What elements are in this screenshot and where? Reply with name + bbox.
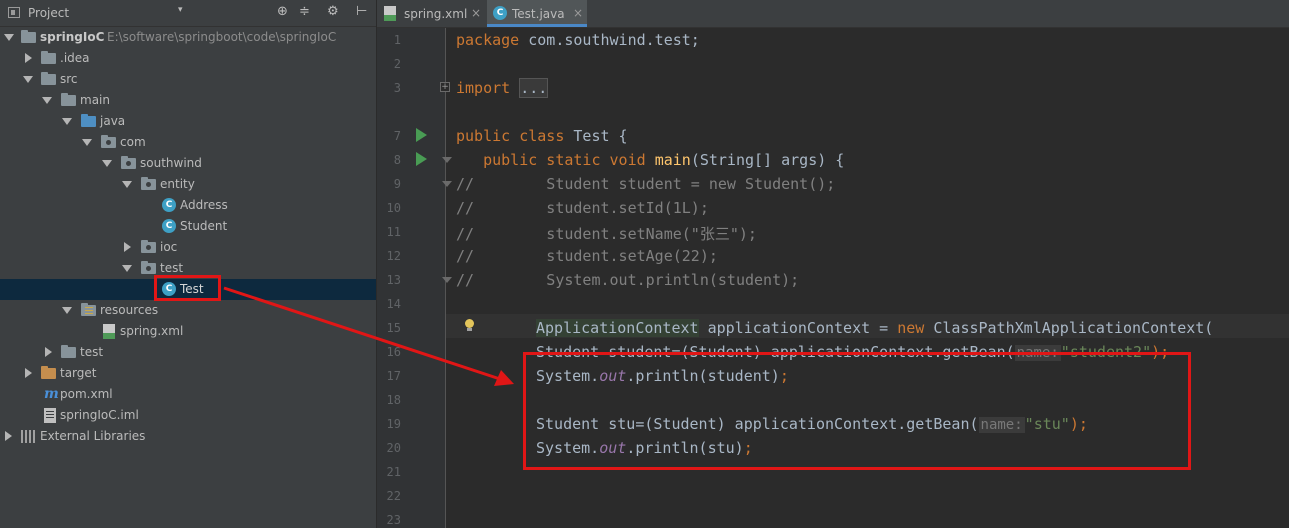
annotation-arrow (223, 286, 514, 386)
annotation-arrow-line (223, 286, 501, 381)
